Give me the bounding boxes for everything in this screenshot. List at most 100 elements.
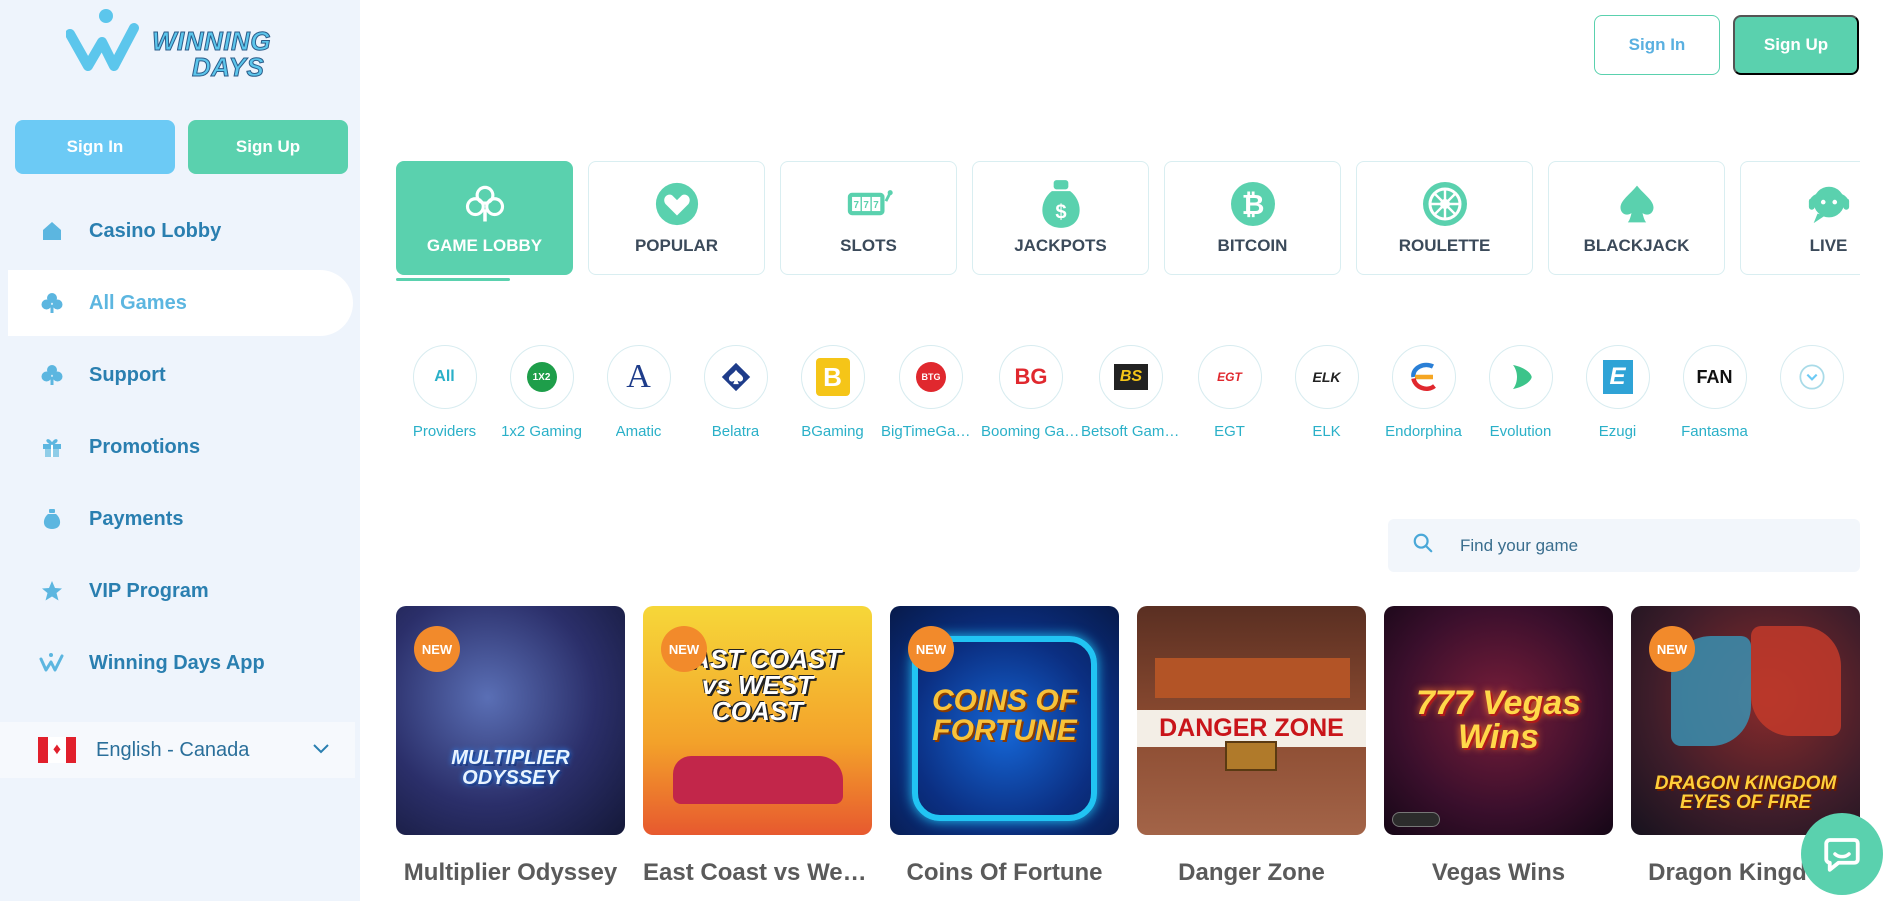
provider-endorphina[interactable]: Endorphina <box>1375 345 1472 445</box>
provider-logo: B <box>800 345 865 409</box>
game-card[interactable]: EAST COAST vs WEST COAST NEW East Coast … <box>643 606 872 887</box>
tab-label: JACKPOTS <box>1014 236 1107 255</box>
provider-betsoft-gaming[interactable]: BS Betsoft Gaming <box>1081 345 1181 445</box>
header-sign-in-button[interactable]: Sign In <box>1594 15 1720 75</box>
tab-blackjack[interactable]: BLACKJACK <box>1548 161 1725 275</box>
game-thumbnail[interactable]: EAST COAST vs WEST COAST NEW <box>643 606 872 835</box>
active-tab-indicator <box>396 278 510 281</box>
provider-evolution[interactable]: Evolution <box>1472 345 1569 445</box>
provider-filter: All Providers 1X2 1x2 Gaming A Amatic Be… <box>396 345 1860 445</box>
sidebar-item-label: Support <box>89 363 166 386</box>
provider-belatra[interactable]: Belatra <box>687 345 784 445</box>
tab-label: BLACKJACK <box>1583 236 1690 255</box>
slot-machine-icon: 777 <box>845 180 893 228</box>
provider-logo-text: BG <box>1014 364 1048 389</box>
search-input[interactable] <box>1460 535 1840 556</box>
game-thumbnail[interactable]: 777 Vegas Wins <box>1384 606 1613 835</box>
provider-logo-text: 1X2 <box>526 362 557 392</box>
game-card[interactable]: DANGER ZONE Danger Zone <box>1137 606 1366 887</box>
sidebar-item-vip-program[interactable]: VIP Program <box>0 558 360 624</box>
provider-expand[interactable] <box>1763 345 1860 445</box>
sidebar-sign-up-button[interactable]: Sign Up <box>188 120 348 174</box>
header-sign-up-button[interactable]: Sign Up <box>1733 15 1859 75</box>
provider-logo-text: BS <box>1113 364 1149 390</box>
provider-name: BGaming <box>801 423 864 440</box>
svg-text:$: $ <box>1055 202 1066 224</box>
provider-logo-text: E <box>1602 360 1633 394</box>
provider-name: Belatra <box>711 423 760 440</box>
game-thumbnail[interactable]: COINS OF FORTUNE NEW <box>890 606 1119 835</box>
sidebar-item-promotions[interactable]: Promotions <box>0 414 360 480</box>
game-title: Vegas Wins <box>1431 859 1566 886</box>
game-thumbnail[interactable]: DANGER ZONE <box>1137 606 1366 835</box>
tab-live[interactable]: LIVE <box>1740 161 1860 275</box>
tab-label: LIVE <box>1809 236 1848 255</box>
provider-logo: EGT <box>1197 345 1262 409</box>
money-bag-icon <box>38 505 66 533</box>
club-icon <box>38 361 66 389</box>
provider-logo-text: FAN <box>1696 366 1733 387</box>
tab-slots[interactable]: 777 SLOTS <box>780 161 957 275</box>
sidebar-item-casino-lobby[interactable]: Casino Lobby <box>0 198 360 264</box>
provider-egt[interactable]: EGT EGT <box>1181 345 1278 445</box>
new-badge: NEW <box>661 626 707 672</box>
provider-logo: 1X2 <box>509 345 574 409</box>
game-thumbnail[interactable]: MULTIPLIER ODYSSEY NEW <box>396 606 625 835</box>
search-icon <box>1412 532 1434 559</box>
provider-bgaming[interactable]: B BGaming <box>784 345 881 445</box>
provider-bigtimegaming[interactable]: BTG BigTimeGaming <box>881 345 981 445</box>
sidebar-item-label: Payments <box>89 507 184 530</box>
tab-roulette[interactable]: ROULETTE <box>1356 161 1533 275</box>
sidebar-item-all-games[interactable]: All Games <box>8 270 353 336</box>
dragon-graphic <box>1751 626 1841 736</box>
sidebar-sign-in-button[interactable]: Sign In <box>15 120 175 174</box>
tab-label: ROULETTE <box>1398 236 1491 255</box>
game-art-text: COINS OF FORTUNE <box>931 684 1077 747</box>
logo-w-icon <box>66 9 139 71</box>
sidebar-item-label: All Games <box>89 291 187 314</box>
language-selector[interactable]: ♦ English - Canada <box>0 722 355 778</box>
game-thumbnail[interactable]: DRAGON KINGDOM EYES OF FIRE NEW <box>1631 606 1860 835</box>
winning-days-logo[interactable]: WINNING DAYS <box>66 4 306 88</box>
provider-elk[interactable]: ELK ELK <box>1278 345 1375 445</box>
logo-w-icon <box>38 649 66 677</box>
sidebar-item-payments[interactable]: Payments <box>0 486 360 552</box>
provider-logo-text: BTG <box>916 362 946 392</box>
game-title: Danger Zone <box>1178 859 1325 886</box>
provider-amatic[interactable]: A Amatic <box>590 345 687 445</box>
provider-logo-text: A <box>626 358 651 395</box>
provider-logo-text: ELK <box>1312 369 1341 385</box>
game-art-text: 777 Vegas Wins <box>1415 684 1582 756</box>
sidebar-nav: Casino Lobby All Games Support Promotion… <box>0 198 360 702</box>
provider-all[interactable]: All Providers <box>396 345 493 445</box>
sidebar-item-winning-days-app[interactable]: Winning Days App <box>0 630 360 696</box>
provider-logo-text: B <box>815 358 850 396</box>
roulette-icon <box>1421 180 1469 228</box>
provider-logo <box>703 345 768 409</box>
money-bag-icon: $ <box>1037 180 1085 228</box>
tab-jackpots[interactable]: $ JACKPOTS <box>972 161 1149 275</box>
game-card[interactable]: MULTIPLIER ODYSSEY NEW Multiplier Odysse… <box>396 606 625 887</box>
game-title: Multiplier Odyssey <box>403 859 618 886</box>
provider-name: Booming Games <box>981 423 1081 440</box>
tab-bitcoin[interactable]: ₿ BITCOIN <box>1164 161 1341 275</box>
game-title: Coins Of Fortune <box>906 859 1103 886</box>
endorphina-logo-icon <box>1410 362 1436 391</box>
sidebar-item-label: VIP Program <box>89 579 209 602</box>
provider-name: ELK <box>1312 423 1341 440</box>
provider-1x2-gaming[interactable]: 1X2 1x2 Gaming <box>493 345 590 445</box>
tab-game-lobby[interactable]: GAME LOBBY <box>396 161 573 275</box>
provider-logo: A <box>606 345 671 409</box>
game-art-text: DRAGON KINGDOM EYES OF FIRE <box>1654 773 1837 813</box>
provider-ezugi[interactable]: E Ezugi <box>1569 345 1666 445</box>
logo-line-2: DAYS <box>191 52 265 82</box>
game-card[interactable]: COINS OF FORTUNE NEW Coins Of Fortune <box>890 606 1119 887</box>
sidebar-item-support[interactable]: Support <box>0 342 360 408</box>
provider-fantasma[interactable]: FAN Fantasma <box>1666 345 1763 445</box>
game-card[interactable]: 777 Vegas Wins Vegas Wins <box>1384 606 1613 887</box>
live-chat-button[interactable] <box>1801 813 1883 895</box>
tab-popular[interactable]: POPULAR <box>588 161 765 275</box>
provider-logo: All <box>412 345 477 409</box>
game-search <box>1388 519 1860 572</box>
provider-booming-games[interactable]: BG Booming Games <box>981 345 1081 445</box>
